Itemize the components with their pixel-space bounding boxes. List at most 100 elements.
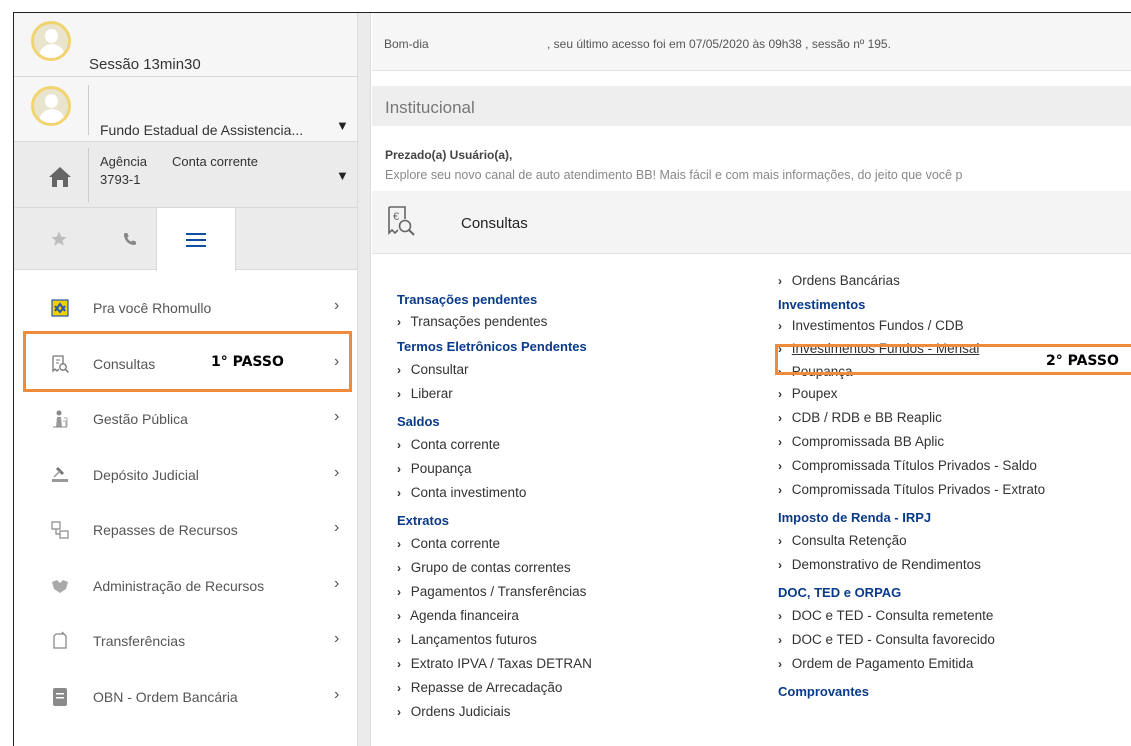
account-dropdown-icon[interactable]: ▼ <box>336 118 349 133</box>
link-compromissada-bb[interactable]: › Compromissada BB Aplic <box>778 430 1131 454</box>
institutional-header: Institucional <box>372 86 1131 126</box>
message-salutation: Prezado(a) Usuário(a), <box>385 148 513 162</box>
link-demonstrativo-rendimentos[interactable]: › Demonstrativo de Rendimentos <box>778 553 1131 577</box>
bb-logo-icon <box>50 298 70 318</box>
message-text: Explore seu novo canal de auto atendimen… <box>385 168 963 182</box>
section-title: DOC, TED e ORPAG <box>778 585 902 600</box>
gavel-icon <box>50 465 70 485</box>
svg-text:€: € <box>393 211 399 223</box>
consultas-header: € Consultas <box>372 191 1131 254</box>
chevron-right-icon: › <box>334 408 340 425</box>
nav-item-gestao-publica[interactable]: Gestão Pública › <box>14 391 357 447</box>
people-icon <box>50 409 70 429</box>
agency-label: Agência <box>100 154 147 169</box>
section-title: Imposto de Renda - IRPJ <box>778 510 932 525</box>
account-name: Fundo Estadual de Assistencia... <box>100 122 304 138</box>
link-ordem-pagamento[interactable]: › Ordem de Pagamento Emitida <box>778 652 1131 676</box>
consultas-right-column: › Ordens Bancárias Investimentos › Inves… <box>778 269 1131 703</box>
section-title: Transações pendentes <box>397 292 538 307</box>
link-poupex[interactable]: › Poupex <box>778 382 1131 406</box>
link-transacoes-pendentes[interactable]: › Transações pendentes <box>397 311 757 333</box>
step-1-highlight <box>23 331 352 392</box>
nav-label: OBN - Ordem Bancária <box>93 688 238 705</box>
nav-item-obn[interactable]: OBN - Ordem Bancária › <box>14 669 357 725</box>
star-icon <box>51 231 67 246</box>
section-title: Termos Eletrônicos Pendentes <box>397 339 587 354</box>
nav-item-deposito-judicial[interactable]: Depósito Judicial › <box>14 447 357 503</box>
tab-favorites[interactable] <box>14 208 104 270</box>
last-access-text: , seu último acesso foi em 07/05/2020 às… <box>547 37 891 51</box>
link-grupo-contas[interactable]: › Grupo de contas correntes <box>397 556 757 580</box>
chevron-right-icon: › <box>334 574 340 592</box>
sidebar: Sessão 13min30 Fundo Estadual de Assiste… <box>14 13 357 746</box>
greeting-bar: Bom-dia , seu último acesso foi em 07/05… <box>372 13 1131 71</box>
account-selector[interactable]: Fundo Estadual de Assistencia... ▼ <box>14 77 357 142</box>
link-doc-ted-remetente[interactable]: › DOC e TED - Consulta remetente <box>778 604 1131 628</box>
section-title: Investimentos <box>778 297 866 312</box>
nav-label: Repasses de Recursos <box>93 522 238 538</box>
link-ordens-bancarias[interactable]: › Ordens Bancárias <box>778 269 1131 293</box>
institutional-title: Institucional <box>385 98 475 117</box>
consultas-left-column: Transações pendentes › Transações penden… <box>397 292 757 724</box>
section-title: Comprovantes <box>778 684 870 699</box>
account-avatar <box>31 86 71 126</box>
link-saldo-poupanca[interactable]: › Poupança <box>397 457 757 481</box>
nav-item-administracao[interactable]: Administração de Recursos › <box>14 558 357 614</box>
session-timer: Sessão 13min30 <box>89 56 201 73</box>
nav-label: Depósito Judicial <box>93 466 199 483</box>
tab-menu[interactable] <box>156 208 236 271</box>
link-pagamentos[interactable]: › Pagamentos / Transferências <box>397 580 757 604</box>
step-2-annotation: 2° PASSO <box>1046 353 1119 369</box>
link-lancamentos-futuros[interactable]: › Lançamentos futuros <box>397 628 757 652</box>
link-compromissada-saldo[interactable]: › Compromissada Títulos Privados - Saldo <box>778 454 1131 478</box>
document-icon <box>50 687 70 707</box>
nav-item-transferencias[interactable]: Transferências › <box>14 613 357 669</box>
menu-icon <box>186 232 206 247</box>
consultas-title: Consultas <box>461 215 528 232</box>
nav-label: Pra você Rhomullo <box>93 300 212 316</box>
agency-selector[interactable]: Agência Conta corrente 3793-1 ▼ <box>14 142 357 208</box>
link-extrato-ipva[interactable]: › Extrato IPVA / Taxas DETRAN <box>397 652 757 676</box>
nav-item-repasses[interactable]: Repasses de Recursos › <box>14 502 357 558</box>
user-avatar <box>31 21 71 61</box>
receipt-search-icon: € <box>388 206 415 236</box>
agency-number: 3793-1 <box>100 172 141 187</box>
chevron-right-icon: › <box>334 463 340 481</box>
session-row: Sessão 13min30 <box>14 13 357 77</box>
chevron-right-icon: › <box>334 297 340 314</box>
link-consultar[interactable]: › Consultar <box>397 358 757 382</box>
nav-label: Administração de Recursos <box>93 577 265 594</box>
link-compromissada-extrato[interactable]: › Compromissada Títulos Privados - Extra… <box>778 478 1131 502</box>
link-ordens-judiciais[interactable]: › Ordens Judiciais <box>397 700 757 724</box>
link-doc-ted-favorecido[interactable]: › DOC e TED - Consulta favorecido <box>778 628 1131 652</box>
link-agenda-financeira[interactable]: › Agenda financeira <box>397 604 757 628</box>
link-consulta-retencao[interactable]: › Consulta Retenção <box>778 529 1131 553</box>
app-frame: Sessão 13min30 Fundo Estadual de Assiste… <box>13 12 1131 746</box>
section-title: Saldos <box>397 414 440 429</box>
main-content: Bom-dia , seu último acesso foi em 07/05… <box>372 13 1131 746</box>
link-saldo-conta-corrente[interactable]: › Conta corrente <box>397 433 757 457</box>
chevron-right-icon: › <box>334 630 340 647</box>
transfer-boxes-icon <box>50 520 70 540</box>
sidebar-tabs <box>14 208 357 271</box>
chevron-right-icon: › <box>334 685 340 703</box>
link-repasse-arrecadacao[interactable]: › Repasse de Arrecadação <box>397 676 757 700</box>
link-investimentos-fundos-cdb[interactable]: › Investimentos Fundos / CDB <box>778 316 1131 336</box>
link-cdb-rdb[interactable]: › CDB / RDB e BB Reaplic <box>778 406 1131 430</box>
greeting-hello: Bom-dia <box>384 37 429 51</box>
phone-icon <box>124 233 136 245</box>
chevron-right-icon: › <box>334 519 340 536</box>
handshake-icon <box>50 576 70 596</box>
nav-label: Gestão Pública <box>93 411 188 427</box>
nav-item-pra-voce[interactable]: Pra você Rhomullo › <box>14 280 357 336</box>
link-liberar[interactable]: › Liberar <box>397 382 757 406</box>
section-title: Extratos <box>397 513 450 528</box>
sidebar-divider <box>357 13 371 746</box>
agency-dropdown-icon[interactable]: ▼ <box>336 168 349 183</box>
link-extrato-conta-corrente[interactable]: › Conta corrente <box>397 532 757 556</box>
home-icon[interactable] <box>48 166 72 188</box>
tab-phone[interactable] <box>104 208 156 270</box>
nav-label: Transferências <box>93 633 186 649</box>
account-type-label: Conta corrente <box>172 154 258 169</box>
link-conta-investimento[interactable]: › Conta investimento <box>397 481 757 505</box>
